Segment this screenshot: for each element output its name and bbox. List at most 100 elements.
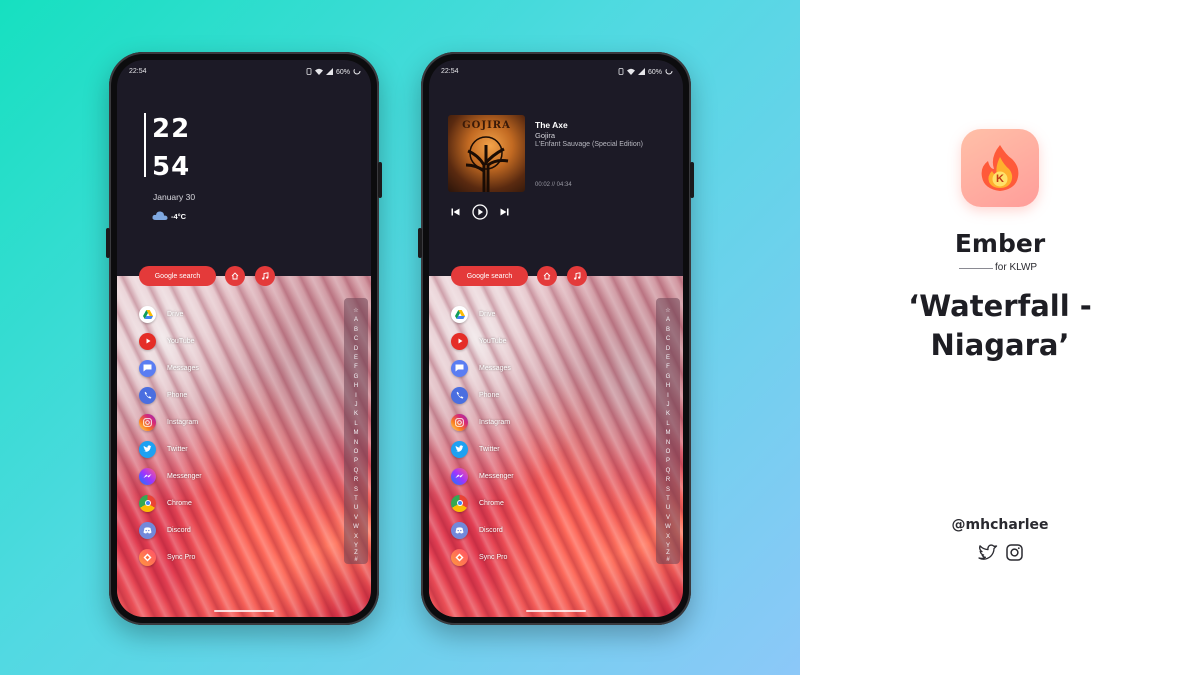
app-drive[interactable]: Drive [451, 304, 571, 324]
messages-icon [139, 359, 156, 377]
alpha-letter[interactable]: M [656, 430, 680, 436]
app-drive[interactable]: Drive [139, 304, 259, 324]
alpha-letter[interactable]: P [344, 458, 368, 464]
google-search-button[interactable]: Google search [139, 266, 216, 286]
alpha-letter[interactable]: J [656, 402, 680, 408]
alpha-letter[interactable]: E [344, 355, 368, 361]
alpha-letter[interactable]: I [344, 393, 368, 399]
alpha-letter[interactable]: D [656, 346, 680, 352]
alpha-letter[interactable]: R [656, 477, 680, 483]
alpha-letter[interactable]: Q [344, 468, 368, 474]
alpha-letter[interactable]: K [656, 411, 680, 417]
alpha-letter[interactable]: L [344, 421, 368, 427]
alpha-letter[interactable]: C [344, 336, 368, 342]
home-button[interactable] [225, 266, 245, 286]
app-instagram[interactable]: Instagram [139, 412, 259, 432]
alpha-letter[interactable]: P [656, 458, 680, 464]
alpha-letter[interactable]: # [344, 557, 368, 563]
app-phone[interactable]: Phone [451, 385, 571, 405]
alpha-letter[interactable]: G [656, 374, 680, 380]
alpha-letter[interactable]: T [344, 496, 368, 502]
alpha-letter[interactable]: C [656, 336, 680, 342]
music-button[interactable] [567, 266, 587, 286]
alpha-letter[interactable]: B [344, 327, 368, 333]
app-discord[interactable]: Discord [451, 520, 571, 540]
alpha-letter[interactable]: M [344, 430, 368, 436]
alpha-letter[interactable]: I [656, 393, 680, 399]
alpha-letter[interactable]: B [656, 327, 680, 333]
alpha-letter[interactable]: R [344, 477, 368, 483]
music-button[interactable] [255, 266, 275, 286]
alpha-letter[interactable]: F [656, 364, 680, 370]
alpha-letter[interactable]: U [344, 505, 368, 511]
app-instagram[interactable]: Instagram [451, 412, 571, 432]
alpha-letter[interactable]: J [344, 402, 368, 408]
twitter-link[interactable] [978, 542, 998, 562]
app-youtube[interactable]: YouTube [451, 331, 571, 351]
alpha-letter[interactable]: V [656, 515, 680, 521]
alpha-letter[interactable]: H [656, 383, 680, 389]
theme-title-line: ‘Waterfall - [908, 289, 1092, 323]
youtube-icon [139, 332, 156, 350]
alpha-letter[interactable]: S [656, 487, 680, 493]
alpha-letter[interactable]: O [656, 449, 680, 455]
app-messages[interactable]: Messages [451, 358, 571, 378]
app-sync-pro[interactable]: Sync Pro [451, 547, 571, 567]
alpha-letter[interactable]: E [656, 355, 680, 361]
app-messages[interactable]: Messages [139, 358, 259, 378]
google-search-button[interactable]: Google search [451, 266, 528, 286]
track-progress: 00:02 // 04:34 [535, 182, 572, 188]
alpha-letter[interactable]: K [344, 411, 368, 417]
instagram-outline-icon [1005, 543, 1023, 561]
signal-icon [325, 67, 333, 77]
alpha-letter[interactable]: U [656, 505, 680, 511]
home-indicator[interactable] [214, 610, 274, 612]
alpha-letter[interactable]: O [344, 449, 368, 455]
alpha-letter[interactable]: T [656, 496, 680, 502]
alpha-letter[interactable]: W [344, 524, 368, 530]
signal-icon [637, 67, 645, 77]
alpha-letter[interactable]: W [656, 524, 680, 530]
next-track-button[interactable] [500, 208, 509, 216]
alpha-letter[interactable]: L [656, 421, 680, 427]
app-messenger[interactable]: Messenger [451, 466, 571, 486]
alpha-letter[interactable]: ☆ [344, 308, 368, 314]
previous-track-button[interactable] [451, 208, 460, 216]
alpha-letter[interactable]: Y [656, 543, 680, 549]
alphabet-scroller[interactable]: ☆ A B C D E F G H I J K L M N O P Q R S … [344, 298, 368, 564]
alpha-letter[interactable]: V [344, 515, 368, 521]
app-chrome[interactable]: Chrome [451, 493, 571, 513]
home-button[interactable] [537, 266, 557, 286]
instagram-link[interactable] [1004, 542, 1024, 562]
app-discord[interactable]: Discord [139, 520, 259, 540]
app-twitter[interactable]: Twitter [451, 439, 571, 459]
alpha-letter[interactable]: ☆ [656, 308, 680, 314]
play-button[interactable] [472, 204, 488, 220]
alpha-letter[interactable]: N [656, 440, 680, 446]
alpha-letter[interactable]: X [344, 534, 368, 540]
app-sync-pro[interactable]: Sync Pro [139, 547, 259, 567]
alpha-letter[interactable]: Q [656, 468, 680, 474]
alpha-letter[interactable]: Z [656, 550, 680, 556]
alpha-letter[interactable]: A [344, 317, 368, 323]
alpha-letter[interactable]: H [344, 383, 368, 389]
app-messenger[interactable]: Messenger [139, 466, 259, 486]
alpha-letter[interactable]: G [344, 374, 368, 380]
app-twitter[interactable]: Twitter [139, 439, 259, 459]
alpha-letter[interactable]: N [344, 440, 368, 446]
alphabet-scroller[interactable]: ☆ A B C D E F G H I J K L M N O P Q R S … [656, 298, 680, 564]
alpha-letter[interactable]: S [344, 487, 368, 493]
alpha-letter[interactable]: X [656, 534, 680, 540]
album-art[interactable]: GOJIRA [448, 115, 525, 192]
app-phone[interactable]: Phone [139, 385, 259, 405]
app-chrome[interactable]: Chrome [139, 493, 259, 513]
alpha-letter[interactable]: A [656, 317, 680, 323]
alpha-letter[interactable]: Y [344, 543, 368, 549]
app-youtube[interactable]: YouTube [139, 331, 259, 351]
home-indicator[interactable] [526, 610, 586, 612]
alpha-letter[interactable]: D [344, 346, 368, 352]
alpha-letter[interactable]: F [344, 364, 368, 370]
flame-icon [981, 145, 1019, 191]
alpha-letter[interactable]: # [656, 557, 680, 563]
alpha-letter[interactable]: Z [344, 550, 368, 556]
